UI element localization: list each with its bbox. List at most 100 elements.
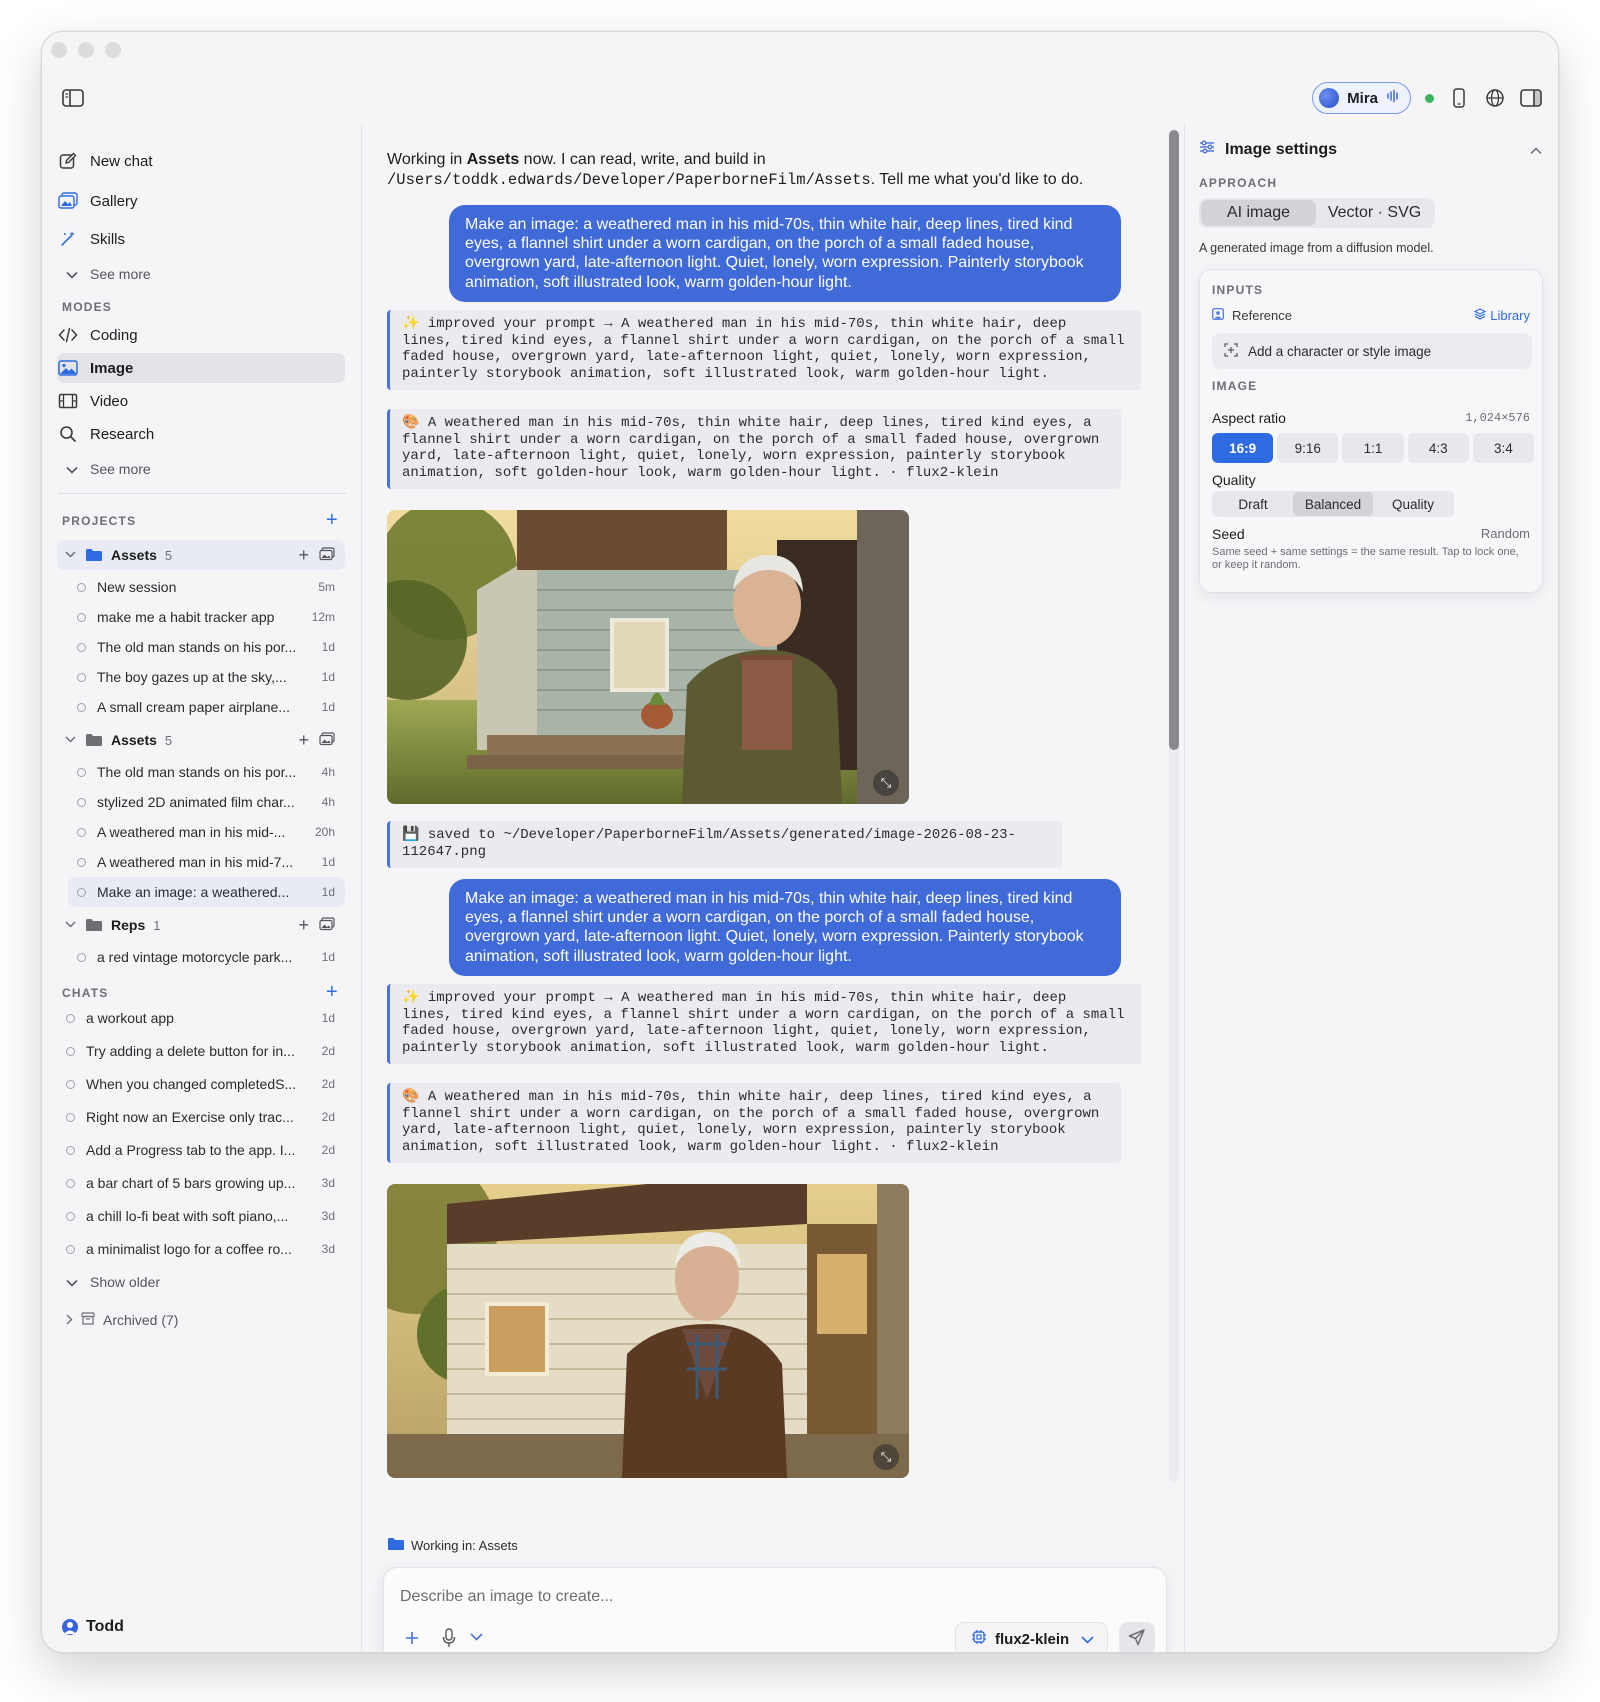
session-row[interactable]: stylized 2D animated film char... 4h	[68, 787, 345, 817]
project-row-assets[interactable]: Assets 5 +	[57, 725, 345, 755]
add-image-icon	[1224, 342, 1238, 360]
session-row[interactable]: The old man stands on his por... 1d	[68, 632, 345, 662]
session-row[interactable]: A weathered man in his mid-7... 1d	[68, 847, 345, 877]
session-row-selected[interactable]: Make an image: a weathered... 1d	[68, 877, 345, 907]
session-status-icon	[77, 672, 86, 682]
add-reference-button[interactable]: Add a character or style image	[1212, 333, 1532, 369]
generation-info-block: 🎨 A weathered man in his mid-70s, thin w…	[387, 409, 1121, 490]
generation-info-block: 🎨 A weathered man in his mid-70s, thin w…	[387, 1083, 1121, 1164]
add-chat-button[interactable]: +	[326, 982, 338, 1002]
mode-image[interactable]: Image	[58, 353, 133, 383]
gallery-button[interactable]: Gallery	[58, 186, 138, 216]
chat-row[interactable]: Try adding a delete button for in... 2d	[56, 1036, 345, 1066]
assistant-voice-pill[interactable]: Mira	[1312, 82, 1411, 114]
skills-button[interactable]: Skills	[58, 224, 125, 254]
new-chat-button[interactable]: New chat	[58, 146, 153, 176]
session-row[interactable]: New session 5m	[68, 572, 345, 602]
approach-vector-svg[interactable]: Vector · SVG	[1316, 200, 1433, 226]
add-project-button[interactable]: +	[326, 510, 338, 530]
session-row[interactable]: make me a habit tracker app 12m	[68, 602, 345, 632]
ratio-16-9[interactable]: 16:9	[1212, 433, 1274, 463]
stack-icon	[1474, 308, 1487, 323]
panel-header[interactable]: Image settings	[1199, 140, 1337, 159]
session-title: A weathered man in his mid-7...	[97, 854, 294, 870]
chat-row[interactable]: a workout app 1d	[56, 1003, 345, 1033]
chat-row[interactable]: a chill lo-fi beat with soft piano,... 3d	[56, 1201, 345, 1231]
chat-row[interactable]: a minimalist logo for a coffee ro... 3d	[56, 1234, 345, 1264]
zoom-window-button[interactable]	[105, 42, 121, 58]
session-row[interactable]: A small cream paper airplane... 1d	[68, 692, 345, 722]
session-status-icon	[77, 582, 86, 592]
quality-quality[interactable]: Quality	[1373, 492, 1453, 516]
gallery-icon[interactable]	[319, 916, 335, 934]
prompt-input[interactable]	[400, 1588, 1100, 1606]
sidebar: New chat Gallery Skills See more MODES C…	[42, 124, 362, 1652]
session-title: The boy gazes up at the sky,...	[97, 669, 287, 685]
ratio-1-1[interactable]: 1:1	[1342, 433, 1404, 463]
search-icon	[58, 424, 78, 444]
mode-coding[interactable]: Coding	[58, 320, 138, 350]
approach-ai-image[interactable]: AI image	[1201, 200, 1316, 226]
project-name: Assets	[111, 732, 157, 748]
reference-row: Reference Library	[1212, 308, 1530, 323]
show-older-button[interactable]: Show older	[66, 1274, 160, 1290]
add-session-icon[interactable]: +	[298, 730, 309, 751]
project-row-assets[interactable]: Assets 5 +	[57, 540, 345, 570]
session-row[interactable]: A weathered man in his mid-... 20h	[68, 817, 345, 847]
scrollbar-thumb[interactable]	[1169, 130, 1179, 750]
ratio-3-4[interactable]: 3:4	[1472, 433, 1535, 463]
add-session-icon[interactable]: +	[298, 915, 309, 936]
session-status-icon	[77, 767, 86, 777]
project-name: Reps	[111, 917, 146, 933]
ratio-9-16[interactable]: 9:16	[1277, 433, 1339, 463]
globe-icon[interactable]	[1484, 87, 1506, 109]
aspect-ratio-options: 16:9 9:16 1:1 4:3 3:4	[1212, 433, 1535, 463]
seed-row[interactable]: Seed Random	[1212, 526, 1530, 542]
add-session-icon[interactable]: +	[298, 545, 309, 566]
send-button[interactable]	[1119, 1622, 1155, 1652]
chevron-up-icon[interactable]	[1530, 142, 1542, 160]
phone-preview-icon[interactable]	[1448, 87, 1470, 109]
chevron-right-icon	[66, 1312, 73, 1328]
generated-image[interactable]: ⤡	[387, 1184, 909, 1478]
plus-icon[interactable]	[402, 1628, 422, 1648]
chevron-down-icon	[66, 461, 78, 477]
project-row-reps[interactable]: Reps 1 +	[57, 910, 345, 940]
quality-balanced[interactable]: Balanced	[1293, 492, 1373, 516]
seed-value: Random	[1480, 526, 1530, 541]
expand-icon[interactable]: ⤡	[873, 770, 899, 796]
minimize-window-button[interactable]	[78, 42, 94, 58]
chat-row[interactable]: Add a Progress tab to the app. I... 2d	[56, 1135, 345, 1165]
library-link[interactable]: Library	[1474, 308, 1530, 323]
mode-video[interactable]: Video	[58, 386, 128, 416]
chat-row[interactable]: When you changed completedS... 2d	[56, 1069, 345, 1099]
expand-icon[interactable]: ⤡	[873, 1444, 899, 1470]
new-chat-label: New chat	[90, 152, 153, 170]
show-older-label: Show older	[90, 1274, 161, 1290]
chat-row[interactable]: Right now an Exercise only trac... 2d	[56, 1102, 345, 1132]
generated-image[interactable]: ⤡	[387, 510, 909, 804]
archived-button[interactable]: Archived (7)	[66, 1312, 178, 1328]
see-more-nav[interactable]: See more	[66, 266, 151, 282]
right-panel-toggle-icon[interactable]	[1520, 87, 1542, 109]
quality-draft[interactable]: Draft	[1213, 492, 1293, 516]
chat-title: a workout app	[86, 1010, 174, 1026]
see-more-modes[interactable]: See more	[66, 461, 151, 477]
chat-status-icon	[66, 1178, 75, 1188]
project-actions: +	[298, 730, 335, 751]
sidebar-toggle-icon[interactable]	[62, 89, 86, 109]
session-row[interactable]: The old man stands on his por... 4h	[68, 757, 345, 787]
session-row[interactable]: a red vintage motorcycle park... 1d	[68, 942, 345, 972]
gallery-icon[interactable]	[319, 731, 335, 749]
microphone-icon[interactable]	[439, 1627, 459, 1649]
gallery-icon[interactable]	[319, 546, 335, 564]
user-profile[interactable]: Todd	[62, 1618, 124, 1636]
chat-row[interactable]: a bar chart of 5 bars growing up... 3d	[56, 1168, 345, 1198]
ratio-4-3[interactable]: 4:3	[1407, 433, 1469, 463]
close-window-button[interactable]	[51, 42, 67, 58]
model-selector[interactable]: flux2-klein	[955, 1622, 1108, 1652]
mode-research[interactable]: Research	[58, 419, 154, 449]
session-age: 4h	[321, 765, 335, 779]
session-row[interactable]: The boy gazes up at the sky,... 1d	[68, 662, 345, 692]
chevron-down-icon[interactable]	[468, 1629, 484, 1645]
